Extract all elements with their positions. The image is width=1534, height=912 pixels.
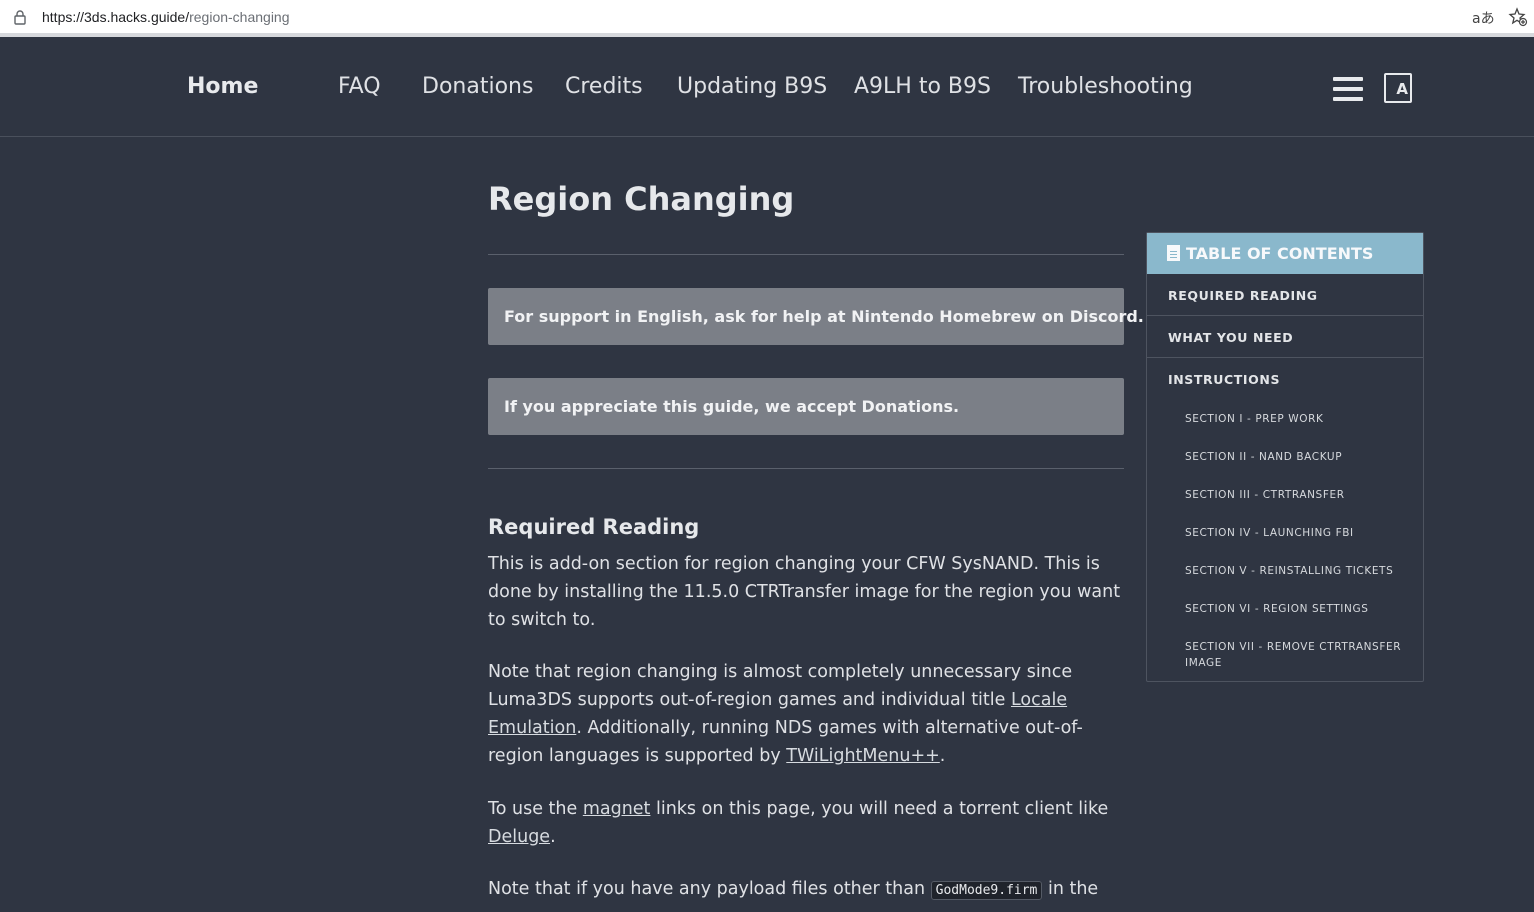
donation-notice[interactable]: If you appreciate this guide, we accept … xyxy=(488,378,1124,435)
nav-link-updating-b9s[interactable]: Updating B9S xyxy=(677,74,827,99)
toc-item-instructions[interactable]: INSTRUCTIONS xyxy=(1147,358,1423,400)
nav-home-link[interactable]: Home xyxy=(187,74,258,99)
toc-subitem-section-4[interactable]: SECTION IV - LAUNCHING FBI xyxy=(1185,525,1354,541)
paragraph-intro: This is add-on section for region changi… xyxy=(488,554,1121,630)
url-host: https://3ds.hacks.guide/ xyxy=(42,9,190,25)
twilightmenu-link[interactable]: TWiLightMenu++ xyxy=(786,746,940,766)
inline-code: GodMode9.firm xyxy=(930,881,1043,900)
table-of-contents: TABLE OF CONTENTS REQUIRED READING WHAT … xyxy=(1146,232,1424,682)
divider xyxy=(488,254,1124,255)
text: Note that if you have any payload files … xyxy=(488,879,931,899)
paragraph-locale-note: Note that region changing is almost comp… xyxy=(488,658,1124,770)
nav-link-faq[interactable]: FAQ xyxy=(338,74,381,99)
nav-link-a9lh-to-b9s[interactable]: A9LH to B9S xyxy=(854,74,991,99)
deluge-link[interactable]: Deluge xyxy=(488,827,550,847)
page-title: Region Changing xyxy=(488,180,795,218)
magnet-link[interactable]: magnet xyxy=(583,799,651,819)
toc-subitem-section-5[interactable]: SECTION V - REINSTALLING TICKETS xyxy=(1185,563,1393,579)
document-icon xyxy=(1167,245,1180,261)
hamburger-menu-icon[interactable] xyxy=(1333,77,1363,101)
url-field[interactable]: https://3ds.hacks.guide/region-changing xyxy=(42,9,290,25)
nav-link-troubleshooting[interactable]: Troubleshooting xyxy=(1018,74,1193,99)
text: To use the xyxy=(488,799,583,819)
toc-subitem-section-2[interactable]: SECTION II - NAND BACKUP xyxy=(1185,449,1342,465)
toc-subitem-section-7[interactable]: SECTION VII - REMOVE CTRTRANSFER IMAGE xyxy=(1185,639,1410,671)
text: in the xyxy=(1042,879,1099,899)
text: links on this page, you will need a torr… xyxy=(650,799,1109,819)
toc-subitem-section-1[interactable]: SECTION I - PREP WORK xyxy=(1185,411,1324,427)
favorite-star-icon[interactable] xyxy=(1508,7,1528,27)
paragraph-torrent-note: To use the magnet links on this page, yo… xyxy=(488,795,1124,851)
toc-subitem-section-6[interactable]: SECTION VI - REGION SETTINGS xyxy=(1185,601,1368,617)
paragraph-payload-note: Note that if you have any payload files … xyxy=(488,875,1124,905)
divider xyxy=(488,468,1124,469)
section-heading-required-reading: Required Reading xyxy=(488,515,700,539)
text: Note that region changing is almost comp… xyxy=(488,662,1073,710)
site-header: Home FAQ Donations Credits Updating B9S … xyxy=(0,37,1534,137)
url-path: region-changing xyxy=(189,9,290,25)
translate-icon[interactable]: aあ xyxy=(1472,8,1495,28)
toc-item-required-reading[interactable]: REQUIRED READING xyxy=(1147,274,1423,316)
language-glyph: A xyxy=(1396,80,1408,98)
text: . xyxy=(550,827,556,847)
toc-header: TABLE OF CONTENTS xyxy=(1147,233,1423,274)
toc-header-label: TABLE OF CONTENTS xyxy=(1186,244,1374,263)
support-notice[interactable]: For support in English, ask for help at … xyxy=(488,288,1144,345)
text: . xyxy=(939,746,946,766)
browser-address-bar: https://3ds.hacks.guide/region-changing … xyxy=(0,0,1534,37)
nav-link-credits[interactable]: Credits xyxy=(565,74,643,99)
language-select-icon[interactable]: A xyxy=(1384,73,1412,103)
toc-item-what-you-need[interactable]: WHAT YOU NEED xyxy=(1147,316,1423,358)
toc-subitem-section-3[interactable]: SECTION III - CTRTRANSFER xyxy=(1185,487,1345,503)
lock-icon xyxy=(14,10,26,25)
nav-link-donations[interactable]: Donations xyxy=(422,74,533,99)
